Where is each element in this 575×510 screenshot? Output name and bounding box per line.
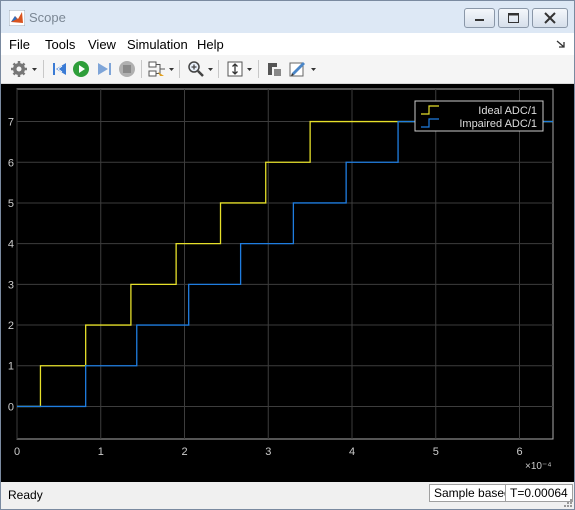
gear-icon[interactable] bbox=[10, 60, 28, 78]
maximize-icon bbox=[508, 13, 519, 23]
menu-help[interactable]: Help bbox=[197, 37, 224, 52]
x-tick-label: 0 bbox=[14, 446, 20, 458]
x-tick-label: 6 bbox=[516, 446, 522, 458]
legend-entry: Impaired ADC/1 bbox=[459, 118, 537, 130]
toolbar-separator bbox=[43, 60, 44, 78]
highlight-block-icon[interactable] bbox=[148, 60, 166, 78]
window-title: Scope bbox=[29, 10, 66, 25]
run-icon[interactable] bbox=[72, 60, 90, 78]
title-bar[interactable]: Scope bbox=[1, 1, 574, 33]
x-tick-label: 4 bbox=[349, 446, 355, 458]
toolbar-separator bbox=[179, 60, 180, 78]
plot-axes bbox=[16, 88, 554, 440]
y-tick-label: 1 bbox=[8, 361, 14, 373]
x-tick-label: 5 bbox=[433, 446, 439, 458]
menu-simulation[interactable]: Simulation bbox=[127, 37, 188, 52]
legend-entry: Ideal ADC/1 bbox=[478, 105, 537, 117]
y-tick-label: 2 bbox=[8, 320, 14, 332]
zoom-icon[interactable] bbox=[187, 60, 205, 78]
minimize-icon bbox=[475, 19, 484, 21]
y-tick-label: 4 bbox=[8, 239, 14, 251]
close-icon bbox=[544, 12, 556, 24]
stop-icon[interactable] bbox=[118, 60, 136, 78]
minimize-button[interactable] bbox=[464, 8, 495, 28]
toolbar bbox=[1, 55, 574, 84]
y-tick-label: 0 bbox=[8, 401, 14, 413]
toolbar-separator bbox=[218, 60, 219, 78]
status-bar: Ready Sample based T=0.00064 bbox=[1, 482, 574, 509]
close-button[interactable] bbox=[532, 8, 568, 28]
highlight-dropdown-icon[interactable] bbox=[169, 68, 174, 71]
toolbar-separator bbox=[258, 60, 259, 78]
scope-plot[interactable]: 0 1 2 3 4 5 6 0 1 2 3 4 5 6 7 ×10⁻⁴ Ideal ADC/1Impaire… bbox=[1, 84, 574, 482]
style-icon[interactable] bbox=[289, 60, 307, 78]
status-text: Ready bbox=[8, 488, 43, 502]
sample-mode-indicator: Sample based bbox=[429, 484, 516, 502]
style-dropdown-icon[interactable] bbox=[311, 68, 316, 71]
undock-arrow-icon[interactable] bbox=[556, 39, 566, 49]
restore-layout-icon[interactable] bbox=[265, 60, 283, 78]
zoom-dropdown-icon[interactable] bbox=[208, 68, 213, 71]
step-forward-icon[interactable] bbox=[95, 60, 113, 78]
y-tick-label: 6 bbox=[8, 157, 14, 169]
menu-bar: File Tools View Simulation Help bbox=[1, 33, 574, 55]
y-tick-label: 3 bbox=[8, 279, 14, 291]
menu-file[interactable]: File bbox=[9, 37, 30, 52]
matlab-logo-icon bbox=[9, 10, 25, 26]
scope-window: Scope File Tools View Simulation Help 0 … bbox=[0, 0, 575, 510]
menu-view[interactable]: View bbox=[88, 37, 116, 52]
x-scale-label: ×10⁻⁴ bbox=[525, 461, 552, 472]
y-tick-label: 5 bbox=[8, 198, 14, 210]
toolbar-separator bbox=[141, 60, 142, 78]
menu-tools[interactable]: Tools bbox=[45, 37, 75, 52]
y-tick-label: 7 bbox=[8, 117, 14, 129]
x-tick-label: 3 bbox=[265, 446, 271, 458]
x-tick-label: 2 bbox=[181, 446, 187, 458]
resize-grip-icon[interactable] bbox=[562, 497, 572, 507]
gear-dropdown-icon[interactable] bbox=[32, 68, 37, 71]
autoscale-icon[interactable] bbox=[226, 60, 244, 78]
autoscale-dropdown-icon[interactable] bbox=[247, 68, 252, 71]
maximize-button[interactable] bbox=[498, 8, 529, 28]
legend[interactable]: Ideal ADC/1Impaired ADC/1 bbox=[414, 100, 544, 132]
step-back-icon[interactable] bbox=[51, 60, 69, 78]
x-tick-label: 1 bbox=[98, 446, 104, 458]
